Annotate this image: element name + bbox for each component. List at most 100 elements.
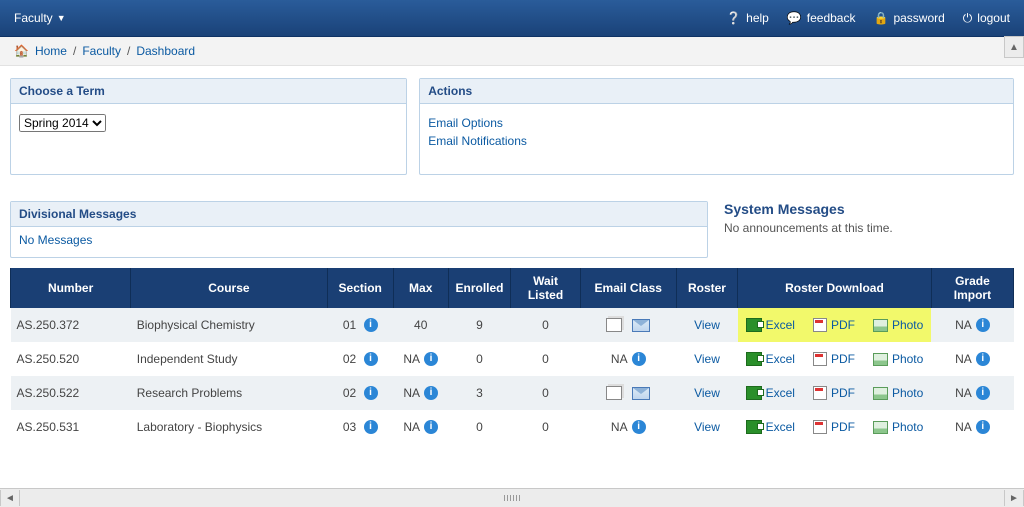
view-link[interactable]: View (694, 318, 720, 332)
photo-icon (873, 421, 888, 434)
view-link[interactable]: View (694, 386, 720, 400)
photo-icon (873, 353, 888, 366)
cell-course: Laboratory - Biophysics (131, 410, 327, 444)
info-icon[interactable]: i (976, 318, 990, 332)
info-icon[interactable]: i (424, 352, 438, 366)
th-roster-download: Roster Download (738, 268, 932, 308)
feedback-label: feedback (807, 11, 856, 25)
help-label: help (746, 11, 769, 25)
table-row: AS.250.520Independent Study02 iNAi00NAiV… (11, 342, 1014, 376)
table-row: AS.250.522Research Problems02 iNAi30View… (11, 376, 1014, 410)
pdf-link[interactable]: PDF (811, 351, 857, 367)
email-na: NA (611, 420, 628, 434)
mail-icon[interactable] (632, 319, 650, 332)
cell-max: 40 (393, 308, 448, 342)
th-course: Course (131, 268, 327, 308)
max-na: NA (403, 420, 420, 434)
crumb-home[interactable]: Home (35, 44, 67, 58)
info-icon[interactable]: i (364, 318, 378, 332)
copy-icon[interactable] (606, 318, 622, 332)
cell-wait: 0 (511, 342, 580, 376)
term-select[interactable]: Spring 2014 (19, 114, 106, 132)
info-icon[interactable]: i (424, 386, 438, 400)
photo-icon (873, 387, 888, 400)
info-icon[interactable]: i (424, 420, 438, 434)
photo-link[interactable]: Photo (871, 385, 925, 401)
actions-panel: Actions Email Options Email Notification… (419, 78, 1014, 175)
choose-term-title: Choose a Term (11, 79, 406, 104)
no-messages-text[interactable]: No Messages (19, 233, 92, 247)
info-icon[interactable]: i (976, 352, 990, 366)
photo-link[interactable]: Photo (871, 317, 925, 333)
pdf-link[interactable]: PDF (811, 385, 857, 401)
excel-icon (746, 352, 762, 366)
logout-label: logout (977, 11, 1010, 25)
divisional-messages-panel: Divisional Messages No Messages (10, 201, 708, 258)
logout-link[interactable]: ⏻logout (963, 11, 1010, 26)
excel-link[interactable]: Excel (744, 385, 797, 401)
excel-link[interactable]: Excel (744, 317, 797, 333)
info-icon[interactable]: i (364, 386, 378, 400)
info-icon[interactable]: i (632, 352, 646, 366)
speech-icon: 💬 (787, 11, 802, 25)
home-icon: 🏠 (14, 44, 29, 58)
photo-link[interactable]: Photo (871, 351, 925, 367)
cell-email (580, 308, 676, 342)
cell-max: NAi (393, 376, 448, 410)
cell-section: 02 i (327, 376, 393, 410)
system-messages-body: No announcements at this time. (724, 221, 1014, 235)
view-link[interactable]: View (694, 420, 720, 434)
cell-grade-import: NAi (931, 376, 1013, 410)
info-icon[interactable]: i (632, 420, 646, 434)
scroll-track[interactable] (20, 490, 1004, 506)
max-na: NA (403, 352, 420, 366)
email-options-link[interactable]: Email Options (428, 114, 1005, 132)
copy-icon[interactable] (606, 386, 622, 400)
cell-section: 02 i (327, 342, 393, 376)
th-roster: Roster (676, 268, 737, 308)
crumb-sep: / (127, 44, 130, 58)
photo-link[interactable]: Photo (871, 419, 925, 435)
excel-icon (746, 386, 762, 400)
top-bar: Faculty ▼ ❔ help 💬 feedback 🔒password ⏻log… (0, 0, 1024, 37)
cell-email: NA i (580, 410, 676, 444)
password-link[interactable]: 🔒password (873, 11, 944, 25)
help-link[interactable]: ❔ help (726, 11, 769, 25)
th-number: Number (11, 268, 131, 308)
cell-section: 01 i (327, 308, 393, 342)
help-icon: ❔ (726, 11, 741, 25)
th-enrolled: Enrolled (448, 268, 511, 308)
cell-roster-download: Excel PDF Photo (738, 376, 932, 410)
faculty-menu-label: Faculty (14, 11, 53, 25)
info-icon[interactable]: i (364, 420, 378, 434)
horizontal-scrollbar[interactable]: ◄ ► (0, 488, 1024, 507)
crumb-dashboard[interactable]: Dashboard (136, 44, 195, 58)
feedback-link[interactable]: 💬 feedback (787, 11, 856, 25)
info-icon[interactable]: i (976, 420, 990, 434)
pdf-link[interactable]: PDF (811, 317, 857, 333)
email-na: NA (611, 352, 628, 366)
cell-enrolled: 3 (448, 376, 511, 410)
cell-number: AS.250.522 (11, 376, 131, 410)
cell-course: Biophysical Chemistry (131, 308, 327, 342)
excel-link[interactable]: Excel (744, 419, 797, 435)
caret-down-icon: ▼ (57, 13, 66, 23)
cell-wait: 0 (511, 308, 580, 342)
info-icon[interactable]: i (364, 352, 378, 366)
mail-icon[interactable] (632, 387, 650, 400)
view-link[interactable]: View (694, 352, 720, 366)
scroll-right-icon[interactable]: ► (1004, 490, 1024, 506)
faculty-menu[interactable]: Faculty ▼ (14, 11, 66, 25)
email-notifications-link[interactable]: Email Notifications (428, 132, 1005, 150)
excel-link[interactable]: Excel (744, 351, 797, 367)
th-grade-import: Grade Import (931, 268, 1013, 308)
scroll-left-icon[interactable]: ◄ (0, 490, 20, 506)
info-icon[interactable]: i (976, 386, 990, 400)
pdf-icon (813, 352, 827, 366)
vertical-scroll-up[interactable]: ▲ (1004, 36, 1024, 58)
pdf-icon (813, 420, 827, 434)
pdf-link[interactable]: PDF (811, 419, 857, 435)
cell-roster-download: Excel PDF Photo (738, 342, 932, 376)
cell-roster-download: Excel PDF Photo (738, 410, 932, 444)
crumb-faculty[interactable]: Faculty (82, 44, 121, 58)
